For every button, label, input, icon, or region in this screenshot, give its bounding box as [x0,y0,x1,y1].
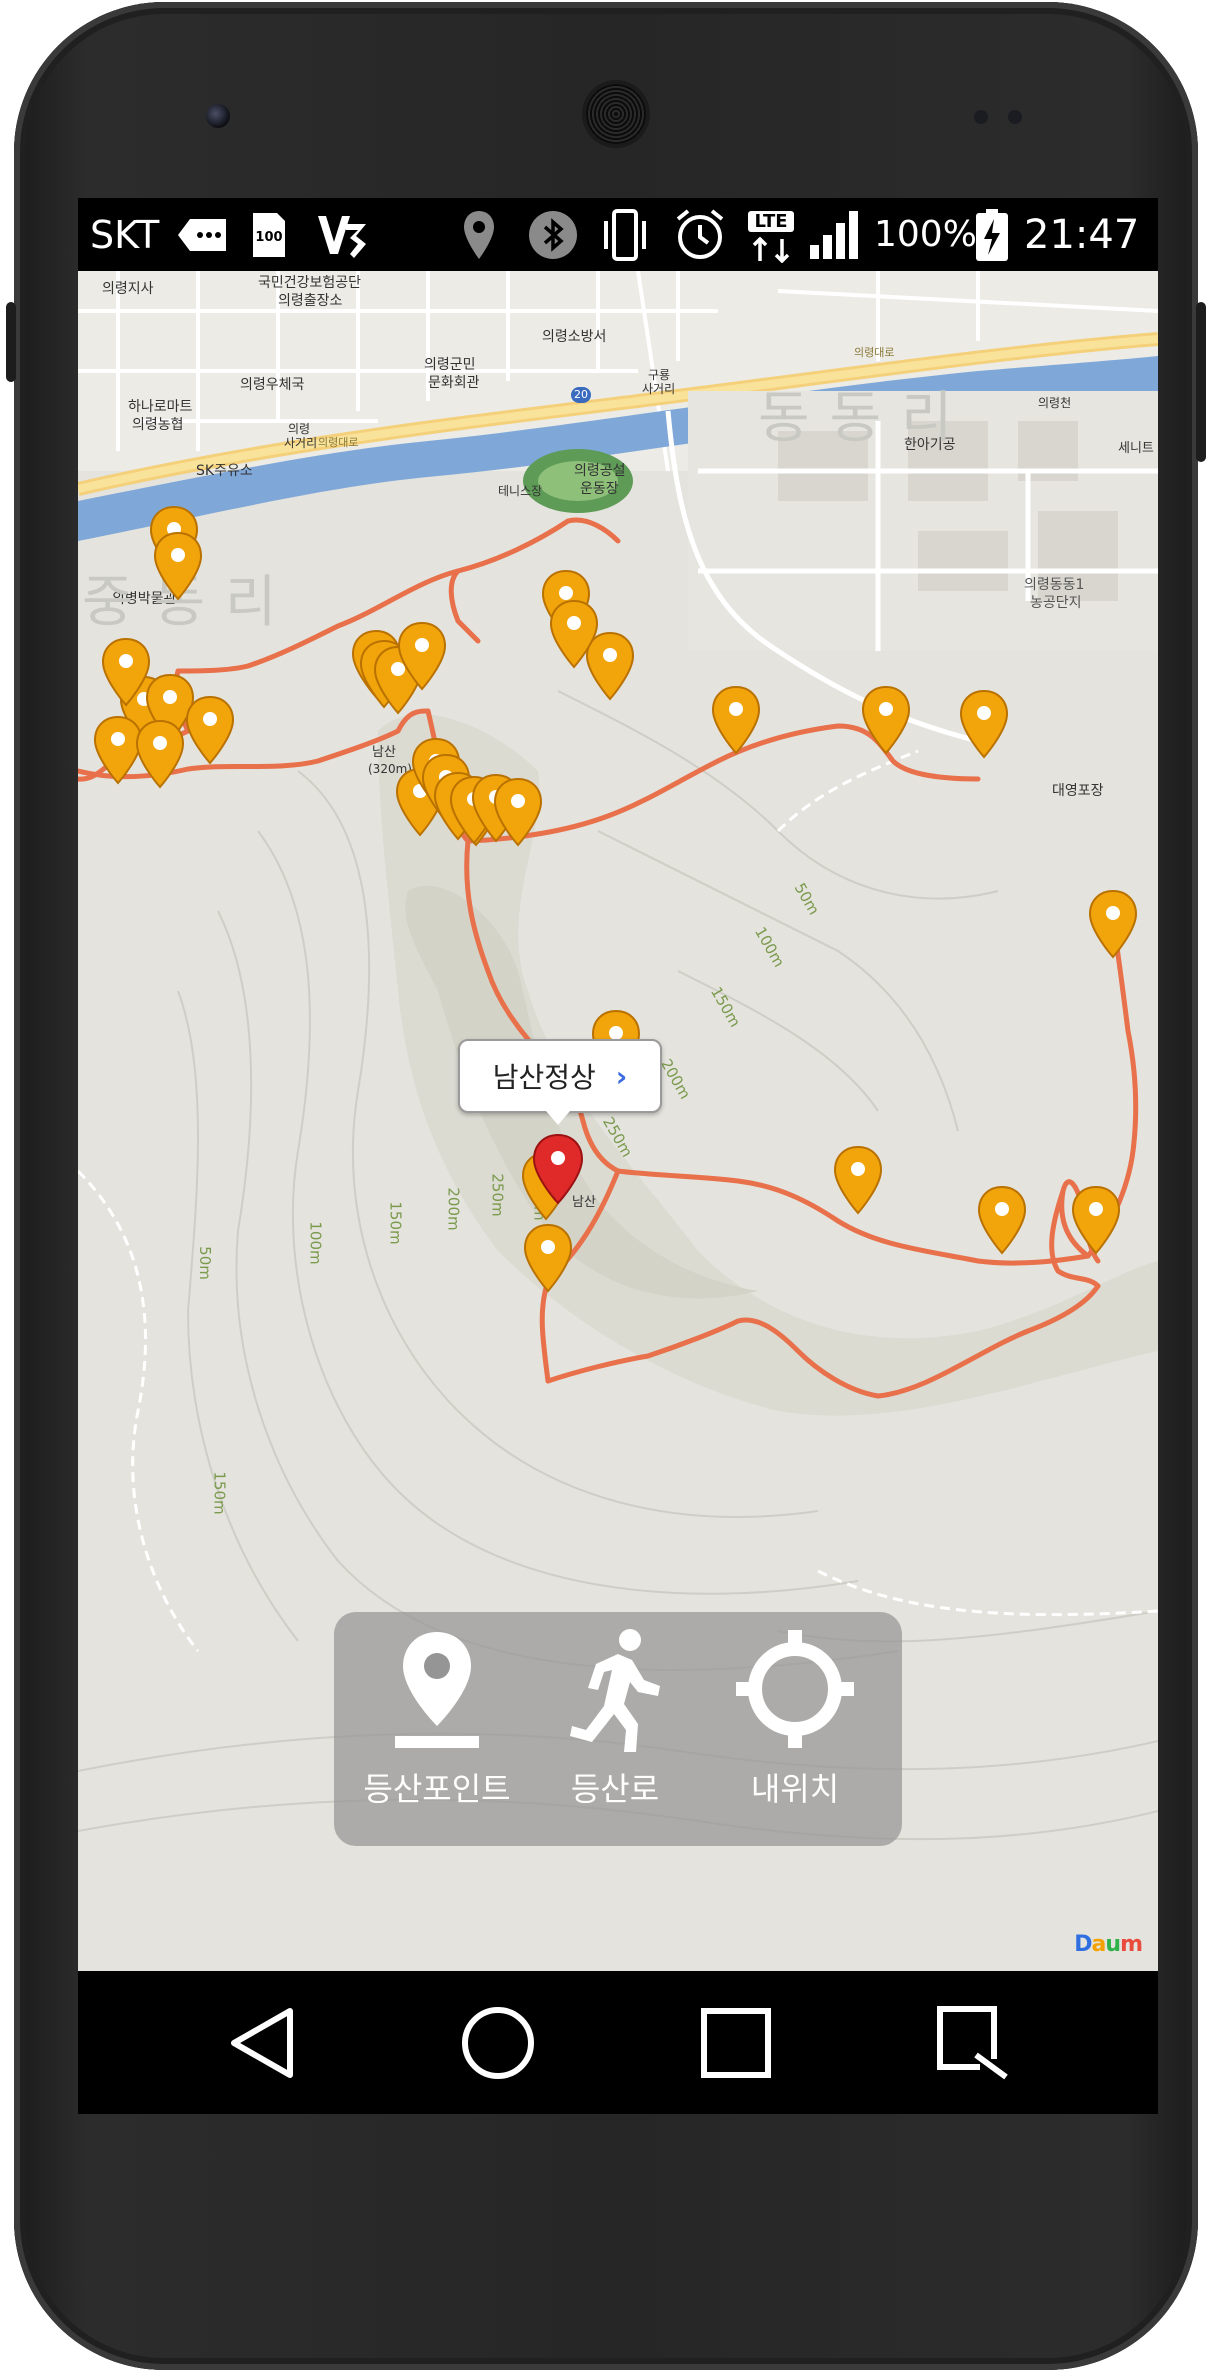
earpiece-speaker [586,84,646,144]
bluetooth-icon [528,198,578,271]
hiking-point-marker[interactable] [396,621,448,691]
sim-badge: 100 [255,230,283,245]
hiking-point-marker[interactable] [832,1145,884,1215]
map-label: 의령우체국 [240,377,305,393]
map-label: 대영포장 [1052,783,1104,799]
elevation-label: 150m [386,1201,405,1245]
map-label: 의령군민 [424,357,476,373]
map-view[interactable]: 의령지사 국민건강보험공단 의령출장소 의령소방서 의령군민 문화회관 의령우체… [78,271,1158,1971]
map-label: 운동장 [580,481,619,497]
elevation-label: 200m [444,1187,463,1231]
chevron-right-icon: › [615,1059,628,1093]
elevation-label: 150m [210,1471,229,1515]
hiking-point-marker[interactable] [958,689,1010,759]
road-label: 의령대로 [854,346,895,359]
action-panel: 등산포인트 등산로 내위치 [334,1612,902,1846]
search-icon[interactable] [904,1971,1044,2114]
status-bar: SKT 100 LTE 100% 21:47 [78,198,1158,271]
elevation-label: 250m [488,1173,507,1217]
map-label: 의령동동1 [1024,577,1085,593]
lte-label: LTE [748,210,794,232]
lte-icon: LTE [748,198,794,271]
hiking-points-label: 등산포인트 [363,1770,511,1808]
elevation-label: 50m [195,1246,214,1280]
map-label: 의령공설 [574,463,626,479]
hiking-trail-label: 등산로 [570,1770,660,1808]
selected-marker[interactable] [531,1133,585,1205]
recents-icon[interactable] [666,1971,806,2114]
map-label: 의령출장소 [278,293,343,309]
v3-icon [316,198,368,271]
battery-percent: 100% [874,214,977,255]
daum-logo: Daum [1074,1932,1143,1957]
map-label: 문화회관 [428,375,480,391]
message-icon [176,198,232,271]
my-location-button[interactable]: 내위치 [700,1612,890,1846]
signal-icon [808,198,862,271]
carrier-label: SKT [90,212,160,257]
map-label: 국민건강보험공단 [258,275,362,291]
map-label: 사거리 [642,382,676,396]
hiking-point-marker[interactable] [152,531,204,601]
district-label: 동동리 [758,386,973,451]
road-label: 의령대로 [318,436,359,449]
front-camera [206,104,230,128]
hiking-point-marker[interactable] [492,777,544,847]
poi-callout[interactable]: 남산정상 › [458,1039,662,1125]
map-label: 의령농협 [132,417,184,433]
elevation-label: 100m [306,1221,325,1265]
back-icon[interactable] [193,1971,333,2114]
map-label: 사거리 [284,436,318,450]
hiking-point-marker[interactable] [976,1185,1028,1255]
map-label: 의령지사 [102,281,154,297]
my-location-icon [732,1626,858,1756]
hiking-point-marker[interactable] [860,685,912,755]
map-label: 하나로마트 [128,399,193,415]
light-sensor [1008,110,1022,124]
hiker-icon [560,1626,670,1756]
alarm-icon [672,198,728,271]
map-label: 테니스장 [498,484,543,498]
map-label: 농공단지 [1030,595,1082,611]
map-label: 의령천 [1038,396,1072,410]
hiking-point-marker[interactable] [1087,889,1139,959]
volume-button [1196,302,1206,462]
hiking-point-marker[interactable] [710,685,762,755]
map-label: 의령소방서 [542,329,607,345]
hiking-point-marker[interactable] [134,719,186,789]
map-label: SK주유소 [196,463,253,479]
phone-frame: SKT 100 LTE 100% 21:47 의령지사 국민건강보험공단 의령출… [6,2,1206,2370]
hiking-trail-button[interactable]: 등산로 [530,1612,700,1846]
hiking-points-button[interactable]: 등산포인트 [334,1612,540,1846]
callout-title: 남산정상 [492,1061,596,1094]
hiking-point-marker[interactable] [1070,1185,1122,1255]
vibrate-icon [600,198,650,271]
location-icon [462,198,496,271]
hiking-point-marker[interactable] [184,695,236,765]
route-number: 20 [571,387,591,403]
hiking-point-marker[interactable] [522,1223,574,1293]
battery-charging-icon [974,198,1010,271]
navigation-bar [78,1971,1158,2114]
proximity-sensor [974,110,988,124]
screen: SKT 100 LTE 100% 21:47 의령지사 국민건강보험공단 의령출… [78,198,1158,2114]
clock: 21:47 [1024,211,1140,258]
my-location-label: 내위치 [750,1770,840,1808]
sim-icon: 100 [251,198,287,271]
map-label: 세니트 [1118,441,1154,456]
location-pin-icon [387,1626,487,1756]
hiking-point-marker[interactable] [548,599,600,669]
power-button [6,302,16,382]
map-label: 남산 [372,745,396,760]
home-icon[interactable] [428,1971,568,2114]
